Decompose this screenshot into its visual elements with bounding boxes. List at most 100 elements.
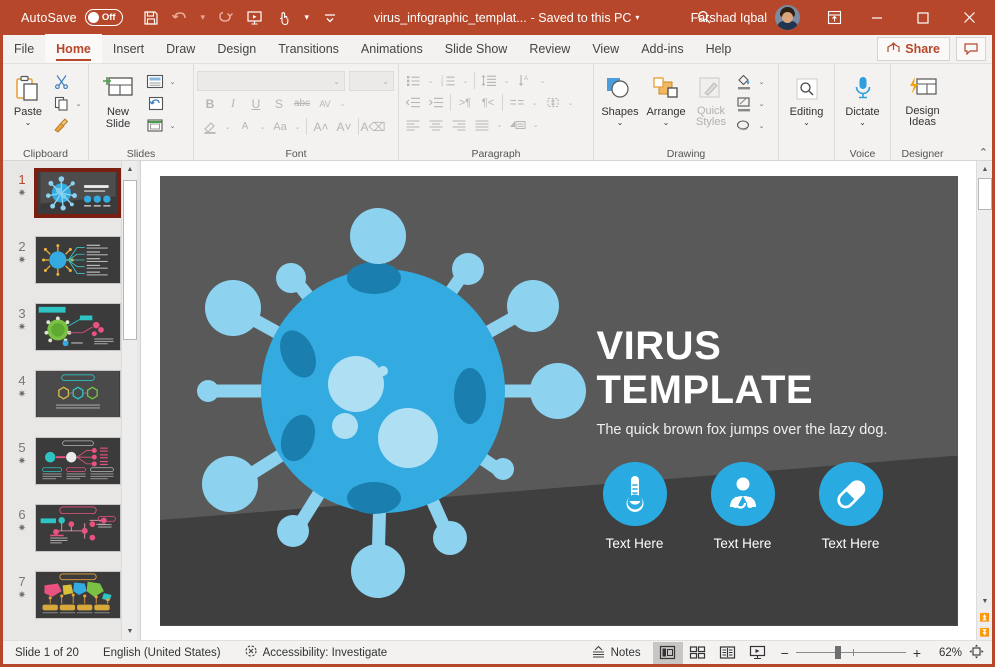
collapse-ribbon-icon[interactable]: ⌃ [979,146,988,159]
convert-to-smartart-icon[interactable] [507,114,529,135]
slide-show-icon[interactable] [743,642,773,664]
cut-scissors-icon[interactable] [50,71,72,92]
align-left-icon[interactable] [402,114,424,135]
line-spacing-chevron-down-icon[interactable]: ⌄ [501,70,512,91]
format-painter-icon[interactable] [50,115,72,136]
character-spacing-button[interactable]: AV [314,93,336,114]
reset-slide-icon[interactable] [144,93,166,114]
redo-icon[interactable] [212,5,240,31]
save-icon[interactable] [137,5,165,31]
text-direction-chevron-down-icon[interactable]: ⌄ [537,70,548,91]
thumbnail-scroll-up-icon[interactable]: ▲ [122,161,137,178]
canvas-scrollbar-thumb[interactable] [978,178,992,210]
bold-button[interactable]: B [199,93,221,114]
tab-file[interactable]: File [3,34,45,63]
font-color-icon[interactable]: A [234,116,256,137]
font-name-input[interactable]: ⌄ [197,71,345,91]
next-slide-icon[interactable]: ⏬ [977,625,992,640]
design-ideas-button[interactable]: Design Ideas [895,70,951,130]
zoom-level[interactable]: 62% [928,647,962,659]
paste-chevron-down-icon[interactable]: ⌄ [25,118,32,127]
justify-chevron-down-icon[interactable]: ⌄ [494,114,505,135]
columns-chevron-down-icon[interactable]: ⌄ [529,92,540,113]
start-presentation-icon[interactable] [241,5,269,31]
tab-slide-show[interactable]: Slide Show [434,34,519,63]
canvas-scrollbar[interactable]: ▲ ▼ ⏫ ⏬ [976,161,992,640]
previous-slide-icon[interactable]: ⏫ [977,610,992,625]
slide-title[interactable]: VIRUS TEMPLATE [597,324,937,412]
align-center-icon[interactable] [425,114,447,135]
section-chevron-down-icon[interactable]: ⌄ [167,115,178,136]
slide-thumbnail-5[interactable]: 5 ✷ [3,437,137,504]
line-spacing-icon[interactable] [478,70,500,91]
justify-icon[interactable] [471,114,493,135]
slide-icon-item-1[interactable]: Text Here [597,461,673,551]
filename-chevron-down-icon[interactable]: ▾ [635,13,639,22]
customize-quick-access-icon[interactable] [316,5,344,31]
numbering-icon[interactable]: 123 [437,70,459,91]
shape-outline-chevron-down-icon[interactable]: ⌄ [756,93,767,114]
char-spacing-chevron-down-icon[interactable]: ⌄ [337,93,348,114]
bullets-icon[interactable] [402,70,424,91]
copy-icon[interactable] [50,93,72,114]
new-slide-button[interactable]: New Slide [92,70,144,132]
thumbnail-scroll-down-icon[interactable]: ▼ [122,623,137,640]
editing-chevron-down-icon[interactable]: ⌄ [803,118,810,127]
slide-thumbnail-7[interactable]: 7 ✷ [3,571,137,638]
arrange-button[interactable]: Arrange ⌄ [643,70,689,129]
tab-transitions[interactable]: Transitions [267,34,350,63]
smartart-chevron-down-icon[interactable]: ⌄ [530,114,541,135]
arrange-chevron-down-icon[interactable]: ⌄ [663,118,670,127]
text-highlight-icon[interactable] [199,116,221,137]
undo-chevron-down-icon[interactable]: ▾ [195,5,211,31]
increase-indent-icon[interactable] [425,92,447,113]
language-status[interactable]: English (United States) [91,641,233,665]
autosave-switch[interactable]: Off [84,9,123,26]
decrease-font-size-button[interactable]: A˅ [333,116,355,137]
close-button[interactable] [946,0,992,35]
thumbnail-scrollbar[interactable]: ▲ ▼ [121,161,137,640]
slide-thumbnail-3[interactable]: 3 ✷ [3,303,137,370]
normal-view-icon[interactable] [652,641,683,664]
tab-review[interactable]: Review [518,34,581,63]
current-slide[interactable]: VIRUS TEMPLATE The quick brown fox jumps… [159,175,958,626]
tab-animations[interactable]: Animations [350,34,434,63]
slide-thumbnail-6[interactable]: 6 ✷ [3,504,137,571]
reading-view-icon[interactable] [713,642,743,664]
layout-chevron-down-icon[interactable]: ⌄ [167,71,178,92]
left-to-right-icon[interactable]: ¶< [477,92,499,113]
canvas-scroll-up-icon[interactable]: ▲ [977,161,993,178]
touch-mode-icon[interactable] [270,5,298,31]
numbering-chevron-down-icon[interactable]: ⌄ [460,70,471,91]
slide-sorter-icon[interactable] [683,642,713,664]
change-case-button[interactable]: Aa [269,116,291,137]
zoom-slider-handle[interactable] [835,646,842,659]
tab-design[interactable]: Design [206,34,267,63]
shapes-chevron-down-icon[interactable]: ⌄ [617,118,624,127]
change-case-chevron-down-icon[interactable]: ⌄ [292,116,303,137]
strikethrough-button[interactable]: abc [291,93,313,114]
shape-fill-chevron-down-icon[interactable]: ⌄ [756,71,767,92]
decrease-indent-icon[interactable] [402,92,424,113]
slide-layout-icon[interactable] [144,71,166,92]
zoom-control[interactable]: − + 62% [773,644,992,662]
shape-fill-icon[interactable] [733,71,755,92]
tab-view[interactable]: View [581,34,630,63]
slide-icon-item-3[interactable]: Text Here [813,461,889,551]
slide-icon-item-2[interactable]: Text Here [705,461,781,551]
slide-counter[interactable]: Slide 1 of 20 [3,641,91,665]
underline-button[interactable]: U [245,93,267,114]
dictate-chevron-down-icon[interactable]: ⌄ [859,118,866,127]
notes-button[interactable]: Notes [579,641,653,665]
copy-chevron-down-icon[interactable]: ⌄ [73,93,84,114]
section-icon[interactable] [144,115,166,136]
italic-button[interactable]: I [222,93,244,114]
align-right-icon[interactable] [448,114,470,135]
canvas-scroll-down-icon[interactable]: ▼ [977,593,993,610]
align-text-icon[interactable] [542,92,564,113]
right-to-left-icon[interactable]: >¶ [454,92,476,113]
font-color-chevron-down-icon[interactable]: ⌄ [257,116,268,137]
font-size-chevron-down-icon[interactable]: ⌄ [382,77,389,86]
slide-canvas[interactable]: VIRUS TEMPLATE The quick brown fox jumps… [141,161,976,640]
bullets-chevron-down-icon[interactable]: ⌄ [425,70,436,91]
